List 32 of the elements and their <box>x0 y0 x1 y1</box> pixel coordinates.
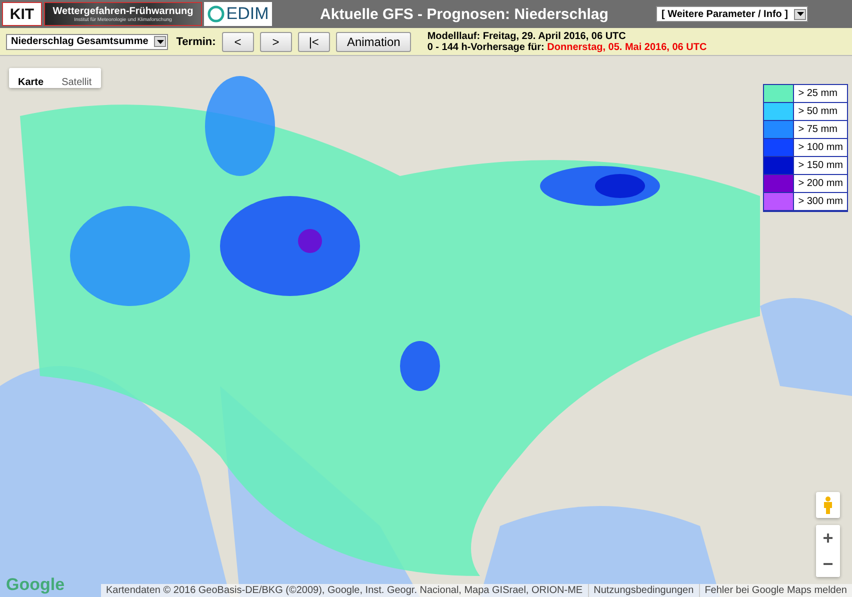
kit-logo: KIT <box>2 2 42 26</box>
caret-icon <box>796 12 804 16</box>
pegman-button[interactable] <box>816 492 840 518</box>
legend-label: > 300 mm <box>794 193 847 211</box>
legend-label: > 150 mm <box>794 157 847 175</box>
zoom-out-button[interactable]: − <box>816 551 840 577</box>
cedim-logo: EDIM <box>204 2 272 26</box>
parameter-menu-dropdown[interactable]: [ Weitere Parameter / Info ] <box>656 6 808 22</box>
map-type-tab[interactable]: Karte <box>9 68 53 88</box>
zoom-in-button[interactable]: + <box>816 525 840 551</box>
person-icon <box>823 496 833 514</box>
legend-label: > 200 mm <box>794 175 847 193</box>
parameter-dropdown[interactable]: Niederschlag Gesamtsumme <box>6 34 168 50</box>
page-title: Aktuelle GFS - Prognosen: Niederschlag <box>319 6 610 22</box>
forecast-date: Donnerstag, 05. Mai 2016, 06 UTC <box>547 42 707 52</box>
legend-label: > 25 mm <box>794 85 847 103</box>
caret-icon <box>156 40 164 44</box>
time-step-button[interactable]: > <box>260 32 292 52</box>
map-attribution: Kartendaten © 2016 GeoBasis-DE/BKG (©2009), Google, Inst. Geogr. Nacional, Mapa GISrael, ORION-ME <box>104 584 584 597</box>
termin-label: Termin: <box>176 36 216 48</box>
time-step-button[interactable]: |< <box>298 32 330 52</box>
time-step-button[interactable]: < <box>222 32 254 52</box>
map-type-tab[interactable]: Satellit <box>52 68 101 88</box>
google-logo: Google <box>6 575 65 595</box>
time-step-button[interactable]: Animation <box>336 32 412 52</box>
legend-label: > 75 mm <box>794 121 847 139</box>
terms-link[interactable]: Nutzungsbedingungen <box>588 584 699 597</box>
legend-label: > 50 mm <box>794 103 847 121</box>
forecast-label: 0 - 144 h-Vorhersage für: <box>427 42 544 52</box>
legend-label: > 100 mm <box>794 139 847 157</box>
model-run-text: Modelllauf: Freitag, 29. April 2016, 06 UTC <box>427 30 627 42</box>
report-error-link[interactable]: Fehler bei Google Maps melden <box>698 584 852 597</box>
